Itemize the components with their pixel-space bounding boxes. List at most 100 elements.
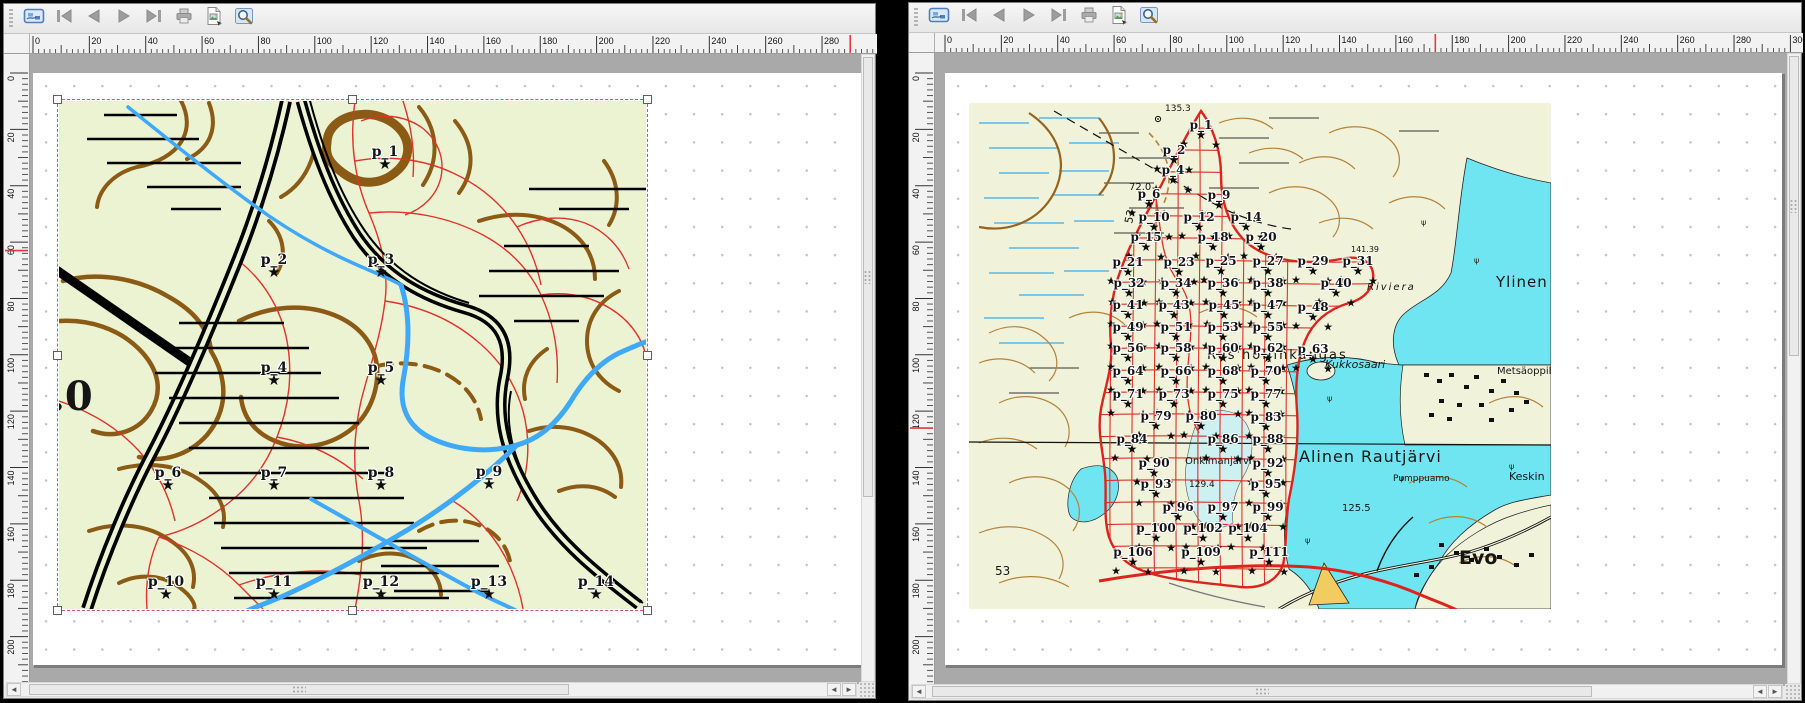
- resize-handle[interactable]: [643, 606, 652, 615]
- star-marker-icon: ★: [374, 587, 387, 602]
- star-marker-icon: ★: [1308, 353, 1319, 365]
- svg-text:0: 0: [947, 35, 952, 45]
- svg-text:80: 80: [911, 301, 921, 311]
- sample-point: p_6★: [155, 466, 182, 493]
- star-marker-icon: ★: [1218, 443, 1229, 455]
- svg-text:220: 220: [655, 36, 670, 46]
- ruler-corner: [4, 34, 30, 54]
- first-button[interactable]: [50, 6, 77, 32]
- star-marker-icon: ★: [1179, 567, 1189, 578]
- svg-text:200: 200: [599, 36, 614, 46]
- first-button[interactable]: [955, 5, 982, 31]
- sample-point: p_83★: [1250, 411, 1281, 433]
- svg-text:100: 100: [317, 36, 332, 46]
- star-marker-icon: ★: [1218, 375, 1229, 387]
- svg-text:80: 80: [260, 36, 270, 46]
- map-text-label: Ylinen R: [1496, 275, 1551, 290]
- sample-point: p_13★: [471, 575, 507, 602]
- svg-text:280: 280: [1736, 35, 1751, 45]
- sample-point: p_3★: [368, 253, 395, 280]
- svg-text:0: 0: [35, 36, 40, 46]
- scroll-left-button[interactable]: ◄: [912, 685, 926, 698]
- sample-point: p_31★: [1342, 255, 1373, 277]
- print-button[interactable]: [170, 6, 197, 32]
- scroll-left-button[interactable]: ◄: [7, 683, 21, 696]
- vscroll-thumb[interactable]: [1789, 56, 1799, 356]
- composition-canvas[interactable]: ψψψψψψ135.372.053Rus'holjinkangas141.39R…: [935, 53, 1787, 686]
- previous-icon: [989, 5, 1009, 30]
- resize-handle[interactable]: [643, 95, 652, 104]
- svg-text:200: 200: [6, 640, 16, 655]
- next-button[interactable]: [110, 6, 137, 32]
- resize-grip[interactable]: [1785, 684, 1801, 699]
- last-button[interactable]: [140, 6, 167, 32]
- hscroll-thumb[interactable]: [29, 684, 569, 695]
- vertical-scrollbar[interactable]: [1787, 53, 1801, 684]
- map-text-label: 53: [995, 565, 1010, 577]
- resize-grip[interactable]: [859, 682, 875, 697]
- svg-text:120: 120: [373, 36, 388, 46]
- sample-point: p_20★: [1245, 231, 1276, 253]
- scroll-left-button[interactable]: ◄: [1753, 685, 1767, 698]
- resize-handle[interactable]: [53, 95, 62, 104]
- horizontal-scrollbar[interactable]: ◄◄►: [911, 684, 1783, 699]
- svg-text:60: 60: [911, 245, 921, 255]
- star-marker-icon: ★: [1201, 454, 1211, 465]
- svg-text:0: 0: [911, 76, 921, 81]
- sample-point: p_63★: [1297, 343, 1328, 365]
- export-image-button[interactable]: [200, 6, 227, 32]
- svg-text:20: 20: [91, 36, 101, 46]
- export-image-button[interactable]: [1105, 5, 1132, 31]
- sample-point: p_60★: [1207, 342, 1238, 364]
- last-button[interactable]: [1045, 5, 1072, 31]
- star-marker-icon: ★: [1261, 375, 1272, 387]
- toolbar-drag-handle[interactable]: [914, 8, 918, 28]
- star-marker-icon: ★: [1218, 352, 1229, 364]
- map-text-label: Alinen Rautjärvi: [1299, 449, 1442, 465]
- map-item[interactable]: ψψψψψψ135.372.053Rus'holjinkangas141.39R…: [969, 103, 1551, 609]
- star-marker-icon: ★: [1196, 420, 1207, 432]
- map-text-label: 135.3: [1165, 105, 1191, 114]
- star-marker-icon: ★: [1151, 532, 1162, 544]
- svg-text:140: 140: [430, 36, 445, 46]
- star-marker-icon: ★: [1261, 488, 1272, 500]
- svg-text:260: 260: [768, 36, 783, 46]
- zoom-full-button[interactable]: [1135, 5, 1162, 31]
- scroll-right-button[interactable]: ►: [842, 683, 856, 696]
- map-item[interactable]: .0p_1★p_2★p_3★p_4★p_5★p_6★p_7★p_8★p_9★p_…: [59, 101, 646, 609]
- resize-handle[interactable]: [643, 351, 652, 360]
- resize-handle[interactable]: [53, 351, 62, 360]
- star-marker-icon: ★: [1144, 198, 1155, 210]
- star-marker-icon: ★: [1331, 287, 1342, 299]
- sample-point: p_48★: [1297, 301, 1328, 323]
- star-marker-icon: ★: [1211, 568, 1221, 579]
- previous-button[interactable]: [985, 5, 1012, 31]
- star-marker-icon: ★: [1243, 532, 1254, 544]
- resize-handle[interactable]: [348, 95, 357, 104]
- scroll-right-button[interactable]: ►: [1768, 685, 1782, 698]
- map-text-label: Evo: [1459, 549, 1497, 568]
- svg-text:160: 160: [6, 527, 16, 542]
- horizontal-scrollbar[interactable]: ◄◄►: [6, 682, 857, 697]
- print-button[interactable]: [1075, 5, 1102, 31]
- map-text-label: 141.39: [1351, 246, 1379, 254]
- composer-button[interactable]: [20, 6, 47, 32]
- print-icon: [174, 6, 194, 31]
- composition-canvas[interactable]: .0p_1★p_2★p_3★p_4★p_5★p_6★p_7★p_8★p_9★p_…: [30, 54, 861, 684]
- composer-button[interactable]: [925, 5, 952, 31]
- sample-point: p_75★: [1207, 388, 1238, 410]
- resize-handle[interactable]: [53, 606, 62, 615]
- previous-button[interactable]: [80, 6, 107, 32]
- scroll-left-button[interactable]: ◄: [827, 683, 841, 696]
- zoom-full-button[interactable]: [230, 6, 257, 32]
- next-button[interactable]: [1015, 5, 1042, 31]
- vscroll-thumb[interactable]: [863, 57, 873, 497]
- svg-text:260: 260: [1680, 35, 1695, 45]
- map-text-label: Pumppuamo: [1393, 475, 1450, 484]
- resize-handle[interactable]: [348, 606, 357, 615]
- hscroll-thumb[interactable]: [932, 686, 1592, 697]
- toolbar-drag-handle[interactable]: [9, 9, 13, 29]
- svg-text:140: 140: [1342, 35, 1357, 45]
- vertical-scrollbar[interactable]: [861, 54, 875, 682]
- star-marker-icon: ★: [1218, 398, 1229, 410]
